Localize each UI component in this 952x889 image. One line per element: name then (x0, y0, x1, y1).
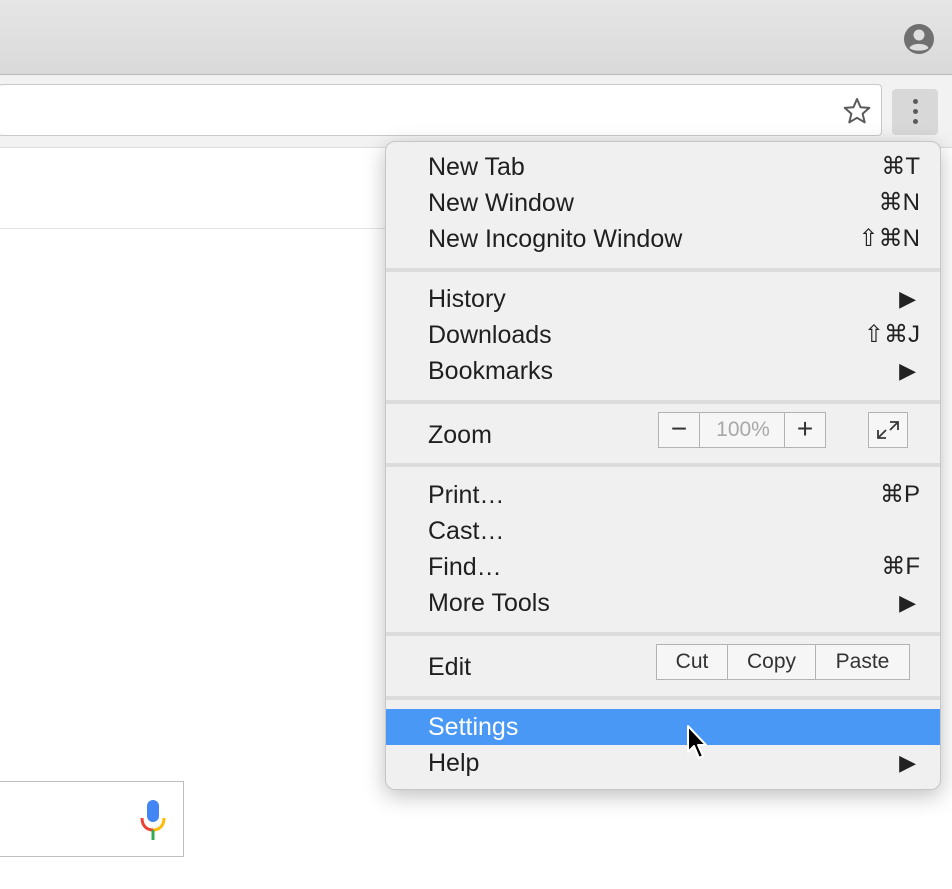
address-bar[interactable] (0, 84, 882, 136)
menu-item-shortcut: ⌘N (878, 189, 920, 216)
paste-button[interactable]: Paste (816, 645, 909, 679)
submenu-arrow-icon: ▶ (899, 590, 916, 615)
menu-item-cast[interactable]: Cast… (386, 513, 940, 549)
menu-item-label: Downloads (428, 321, 552, 349)
menu-item-label: Edit (428, 653, 472, 681)
menu-separator (386, 632, 940, 636)
menu-item-label: Bookmarks (428, 357, 554, 385)
menu-item-shortcut: ⇧⌘N (858, 225, 920, 252)
menu-item-label: Help (428, 749, 480, 777)
zoom-level: 100% (716, 418, 770, 441)
microphone-icon[interactable] (137, 798, 169, 842)
menu-item-help[interactable]: Help ▶ (386, 745, 940, 781)
menu-item-label: New Incognito Window (428, 225, 683, 253)
menu-item-print[interactable]: Print… ⌘P (386, 477, 940, 513)
menu-item-label: Print… (428, 481, 505, 509)
cut-button[interactable]: Cut (657, 645, 728, 679)
menu-item-new-incognito-window[interactable]: New Incognito Window ⇧⌘N (386, 221, 940, 257)
fullscreen-icon (877, 421, 899, 439)
submenu-arrow-icon: ▶ (899, 358, 916, 383)
zoom-in-button[interactable]: + (784, 413, 825, 447)
menu-item-label: Settings (428, 713, 519, 741)
mouse-pointer-icon (687, 725, 707, 759)
menu-item-zoom: Zoom − 100% + (386, 412, 940, 453)
profile-icon[interactable] (903, 23, 935, 55)
menu-item-new-tab[interactable]: New Tab ⌘T (386, 149, 940, 185)
three-dot-menu-icon[interactable] (892, 89, 938, 135)
menu-item-new-window[interactable]: New Window ⌘N (386, 185, 940, 221)
menu-item-more-tools[interactable]: More Tools ▶ (386, 585, 940, 621)
menu-item-edit: Edit Cut Copy Paste (386, 644, 940, 685)
menu-item-settings[interactable]: Settings (386, 709, 940, 745)
menu-item-history[interactable]: History ▶ (386, 281, 940, 317)
menu-item-shortcut: ⌘T (881, 153, 920, 180)
menu-separator (386, 268, 940, 272)
menu-separator (386, 696, 940, 700)
submenu-arrow-icon: ▶ (899, 750, 916, 775)
fullscreen-button[interactable] (868, 412, 908, 448)
menu-separator (386, 463, 940, 467)
menu-item-downloads[interactable]: Downloads ⇧⌘J (386, 317, 940, 353)
menu-item-shortcut: ⌘P (879, 481, 920, 508)
menu-item-bookmarks[interactable]: Bookmarks ▶ (386, 353, 940, 389)
menu-item-find[interactable]: Find… ⌘F (386, 549, 940, 585)
menu-item-label: Find… (428, 553, 502, 581)
menu-item-label: More Tools (428, 589, 550, 617)
browser-toolbar (0, 75, 952, 148)
menu-item-label: New Window (428, 189, 574, 217)
menu-item-label: Zoom (428, 421, 492, 449)
page-divider (0, 228, 400, 229)
chrome-main-menu: New Tab ⌘T New Window ⌘N New Incognito W… (385, 141, 941, 790)
zoom-control: − 100% + (658, 412, 826, 448)
zoom-out-button[interactable]: − (659, 413, 700, 447)
menu-item-label: New Tab (428, 153, 525, 181)
menu-item-label: Cast… (428, 517, 505, 545)
search-input[interactable] (0, 781, 184, 857)
window-titlebar (0, 0, 952, 75)
copy-button[interactable]: Copy (728, 645, 816, 679)
menu-item-label: History (428, 285, 506, 313)
star-icon[interactable] (842, 96, 872, 126)
menu-separator (386, 400, 940, 404)
submenu-arrow-icon: ▶ (899, 286, 916, 311)
menu-item-shortcut: ⌘F (881, 553, 920, 580)
edit-button-group: Cut Copy Paste (656, 644, 910, 680)
menu-item-shortcut: ⇧⌘J (863, 321, 920, 348)
